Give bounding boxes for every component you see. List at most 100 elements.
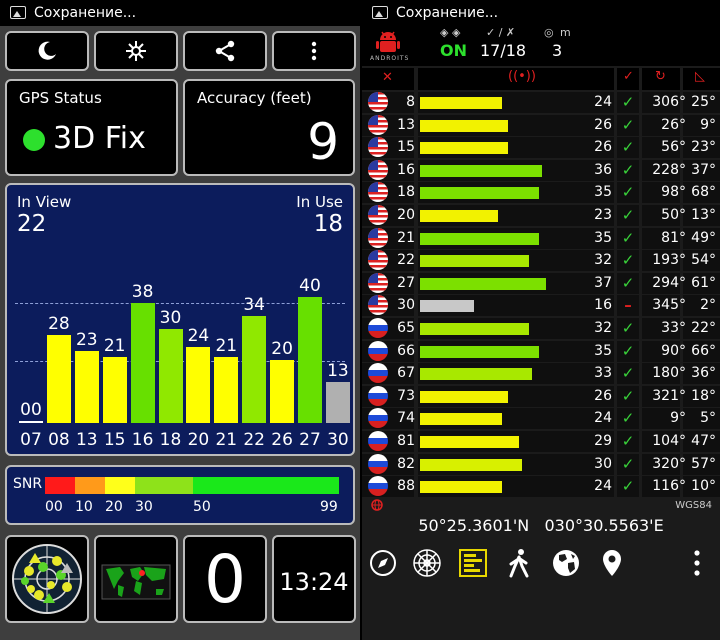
more-options-button[interactable] xyxy=(272,31,356,71)
compass-icon xyxy=(370,550,396,576)
snr-tick: 10 xyxy=(75,499,93,515)
signal-bar xyxy=(420,413,502,426)
globe-button[interactable] xyxy=(549,546,583,580)
gps-status-tile[interactable]: GPS Status 3D Fix xyxy=(5,79,178,176)
globe-small-icon xyxy=(371,499,383,511)
col-header-signal[interactable]: ((•)) xyxy=(418,68,614,90)
satellite-row[interactable]: 66 35 ✓ 90° 66° xyxy=(362,340,720,364)
satellite-use-icon: ✓ / ✗ xyxy=(486,26,516,39)
used-in-fix-indicator: ✓ xyxy=(621,273,635,292)
in-view-value: 22 xyxy=(17,211,47,237)
signal-bar xyxy=(420,345,539,358)
satellite-snr: 29 xyxy=(594,433,612,449)
brightness-button[interactable] xyxy=(94,31,178,71)
satellite-row[interactable]: 18 35 ✓ 98° 68° xyxy=(362,182,720,205)
prn-label: 30 xyxy=(327,430,349,450)
satellite-prn: 20 xyxy=(397,207,415,223)
satellite-snr: 35 xyxy=(594,184,612,201)
satellite-row[interactable]: 16 36 ✓ 228° 37° xyxy=(362,159,720,183)
clock-tile[interactable]: 13:24 xyxy=(272,535,356,623)
col-header-elevation[interactable]: ◺ xyxy=(683,68,720,90)
coordinates[interactable]: 50°25.3601'N 030°30.5563'E xyxy=(362,516,720,535)
signal-bars-button[interactable] xyxy=(456,546,490,580)
snr-bar xyxy=(214,356,239,423)
radar-tile[interactable] xyxy=(5,535,89,623)
sky-radar-icon xyxy=(12,544,82,614)
satellite-row[interactable]: 22 32 ✓ 193° 54° xyxy=(362,250,720,273)
accuracy-label: Accuracy (feet) xyxy=(197,89,312,107)
signal-bar xyxy=(420,187,539,200)
satellite-row[interactable]: 21 35 ✓ 81° 49° xyxy=(362,227,720,251)
col-header-used[interactable]: ✓ xyxy=(617,68,639,90)
globe-icon xyxy=(553,550,579,576)
snr-bar-value: 13 xyxy=(327,361,349,382)
walk-button[interactable] xyxy=(502,546,536,580)
snr-bar-value: 30 xyxy=(159,307,182,328)
satellite-elevation: 61° xyxy=(691,274,716,291)
satellite-prn: 67 xyxy=(397,365,415,382)
accuracy-meters: 3 xyxy=(552,41,563,60)
satellite-snr-chart[interactable]: In View 22 In Use 18 00 07 28 08 23 13 21 15 38 1… xyxy=(5,183,355,456)
snr-tick: 20 xyxy=(105,499,123,515)
counter-tile[interactable]: 0 xyxy=(183,535,267,623)
col-header-azimuth[interactable]: ↻ xyxy=(642,68,680,90)
satellite-azimuth: 104° xyxy=(652,433,686,449)
satellite-azimuth: 9° xyxy=(670,410,686,427)
satellite-azimuth: 345° xyxy=(652,297,686,314)
used-in-fix-indicator: ✓ xyxy=(621,319,635,337)
compass-button[interactable] xyxy=(366,546,400,580)
signal-bar xyxy=(420,164,543,177)
signal-bar xyxy=(420,210,499,222)
location-pin-button[interactable] xyxy=(595,546,629,580)
satellite-elevation: 13° xyxy=(691,207,716,223)
signal-col-icon: ((•)) xyxy=(508,69,536,84)
satellite-row[interactable]: 30 16– 345° 2° xyxy=(362,295,720,318)
world-map-tile[interactable] xyxy=(94,535,178,623)
radar-button[interactable] xyxy=(410,546,444,580)
satellite-row[interactable]: 13 26 ✓ 26° 9° xyxy=(362,114,720,138)
accuracy-tile[interactable]: Accuracy (feet) 9 xyxy=(183,79,355,176)
prn-label: 22 xyxy=(243,430,265,450)
latitude-value: 50°25.3601'N xyxy=(418,516,530,535)
brand-label: ANDROITS xyxy=(370,55,410,62)
satellite-prn: 21 xyxy=(397,229,415,246)
satellite-snr: 37 xyxy=(594,274,612,291)
azimuth-col-icon: ↻ xyxy=(655,69,666,84)
overflow-menu-button[interactable] xyxy=(680,546,714,580)
radar-icon xyxy=(413,549,441,577)
left-app-panel: Сохранение... GPS Status 3D Fix Accuracy… xyxy=(0,0,360,640)
satellite-col-icon: ✕ xyxy=(382,70,393,85)
used-in-fix-indicator: ✓ xyxy=(621,454,635,473)
used-in-fix-indicator: ✓ xyxy=(621,341,635,360)
satellite-row[interactable]: 73 26 ✓ 321° 18° xyxy=(362,385,720,409)
night-mode-button[interactable] xyxy=(5,31,89,71)
snr-bar-value: 20 xyxy=(271,339,293,359)
used-in-fix-indicator: ✓ xyxy=(621,160,635,179)
satellite-row[interactable]: 27 37 ✓ 294° 61° xyxy=(362,272,720,296)
col-header-satellite[interactable]: ✕ xyxy=(362,68,414,90)
satellite-row[interactable]: 88 24 ✓ 116° 10° xyxy=(362,476,720,499)
share-button[interactable] xyxy=(183,31,267,71)
prn-label: 26 xyxy=(271,430,293,450)
satellite-row[interactable]: 8 24 ✓ 306° 25° xyxy=(362,92,720,115)
satellite-azimuth: 294° xyxy=(652,274,686,291)
satellite-azimuth: 33° xyxy=(661,320,686,336)
prn-label: 20 xyxy=(187,430,210,450)
share-icon xyxy=(215,40,235,62)
snr-bar xyxy=(325,382,350,423)
satellite-snr: 26 xyxy=(594,139,612,156)
satellite-row[interactable]: 81 29 ✓ 104° 47° xyxy=(362,431,720,454)
satellite-prn: 18 xyxy=(397,184,415,201)
snr-segment-orange xyxy=(75,477,105,494)
satellite-elevation: 36° xyxy=(691,365,716,382)
satellite-row[interactable]: 67 33 ✓ 180° 36° xyxy=(362,363,720,386)
satellite-elevation: 9° xyxy=(700,116,716,133)
satellite-row[interactable]: 82 30 ✓ 320° 57° xyxy=(362,453,720,477)
satellite-row[interactable]: 74 24 ✓ 9° 5° xyxy=(362,408,720,431)
snr-tick: 50 xyxy=(193,499,211,515)
satellite-row[interactable]: 65 32 ✓ 33° 22° xyxy=(362,318,720,341)
satellite-row[interactable]: 20 23 ✓ 50° 13° xyxy=(362,205,720,228)
prn-label: 16 xyxy=(131,430,154,450)
satellite-row[interactable]: 15 26 ✓ 56° 23° xyxy=(362,137,720,160)
more-vert-icon xyxy=(311,41,317,61)
